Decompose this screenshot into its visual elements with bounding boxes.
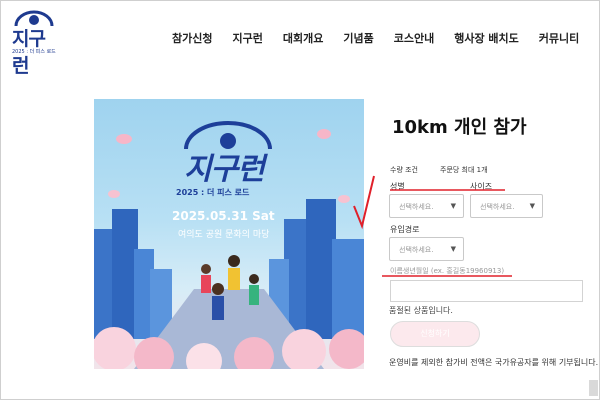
red-annotations bbox=[353, 175, 512, 277]
scrollbar-thumb[interactable] bbox=[589, 380, 598, 396]
checkmark-annotation bbox=[353, 175, 375, 230]
